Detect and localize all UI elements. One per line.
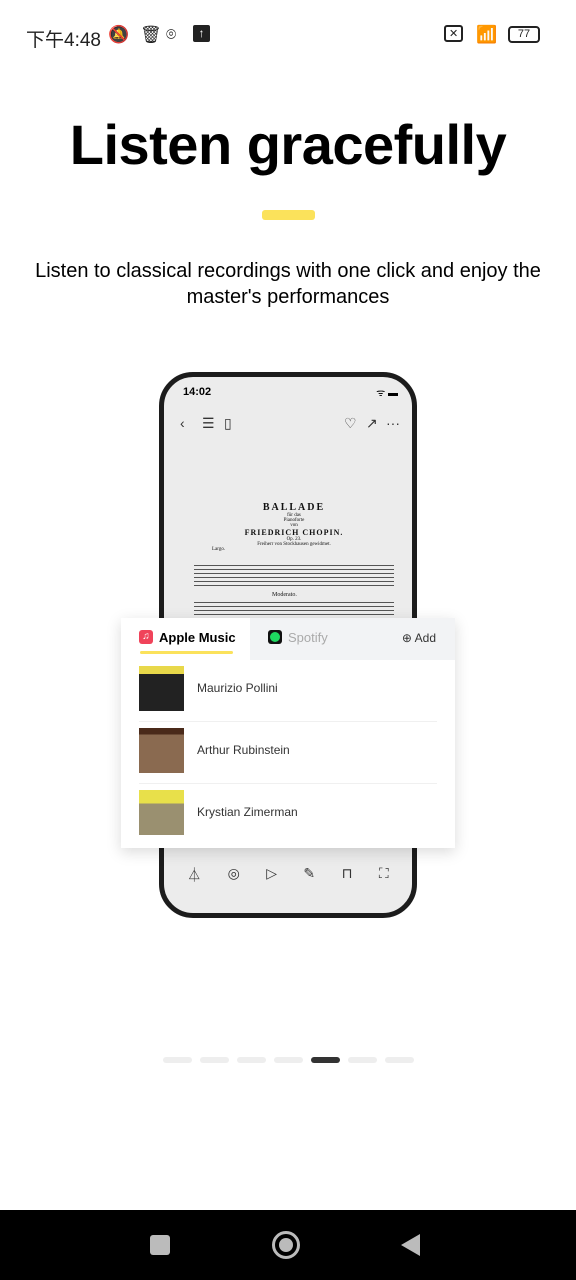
apple-music-icon: ♫ — [139, 630, 153, 644]
bookmark-icon: ⊓ — [341, 865, 353, 881]
trash-icon: 🗑 — [140, 25, 162, 44]
home-button[interactable] — [272, 1231, 300, 1259]
tab-apple-music[interactable]: ♫ Apple Music — [121, 618, 250, 660]
metronome-icon: ⏃ — [187, 867, 202, 883]
album-cover — [139, 666, 184, 711]
album-cover — [139, 728, 184, 773]
sheet-music: BALLADE für das Pianoforte von FRIEDRICH… — [212, 502, 344, 552]
album-cover — [139, 790, 184, 835]
book-icon: ▯ — [224, 415, 232, 431]
recents-button[interactable] — [150, 1235, 170, 1255]
heart-icon: ♡ — [344, 415, 357, 431]
page-dot[interactable] — [163, 1057, 192, 1063]
share-icon: ↗ — [366, 415, 378, 431]
play-icon: ▷ — [266, 865, 278, 881]
page-title: Listen gracefully — [69, 113, 507, 176]
mock-status-icons: ᯤ ▬ — [376, 388, 398, 399]
recording-item[interactable]: Maurizio Pollini — [139, 660, 437, 722]
plus-circle-icon: ⊕ — [401, 631, 412, 645]
title-accent — [262, 210, 315, 220]
page-dot[interactable] — [274, 1057, 303, 1063]
mock-toolbar: ⏃ ◎ ▷ ✎ ⊓ ⛶ — [164, 865, 412, 885]
add-button[interactable]: ⊕ Add — [402, 631, 436, 645]
list-icon: ☰ — [202, 415, 215, 431]
battery-icon: 77 — [508, 26, 540, 43]
pen-icon: ✎ — [303, 865, 316, 881]
source-tabs: ♫ Apple Music Spotify ⊕ Add — [121, 618, 455, 660]
status-bar: 下午4:48 🔕 🗑 ⌾ ↑ ✕ 📶 77 — [0, 22, 576, 52]
page-dot[interactable] — [385, 1057, 414, 1063]
more-icon: ··· — [386, 415, 400, 431]
back-button[interactable] — [401, 1234, 420, 1256]
recording-item[interactable]: Arthur Rubinstein — [139, 722, 437, 784]
back-icon: ‹ — [180, 415, 185, 431]
spotify-icon — [268, 630, 282, 644]
page-dot-active[interactable] — [311, 1057, 340, 1063]
page-dot[interactable] — [200, 1057, 229, 1063]
tab-spotify[interactable]: Spotify — [288, 630, 328, 645]
status-time: 下午4:48 — [26, 30, 101, 51]
record-icon: ◎ — [227, 865, 240, 881]
system-nav-bar — [0, 1210, 576, 1280]
recordings-card: ♫ Apple Music Spotify ⊕ Add Maurizio Pol… — [121, 618, 455, 848]
recording-item[interactable]: Krystian Zimerman — [139, 784, 437, 846]
no-sim-icon: ✕ — [444, 25, 464, 42]
upload-icon: ↑ — [193, 25, 210, 42]
location-icon: ⌾ — [166, 25, 177, 44]
mock-time: 14:02 — [183, 386, 212, 398]
tempo-marking: Moderato. — [272, 592, 297, 598]
staff — [194, 562, 394, 586]
scan-icon: ⛶ — [378, 865, 389, 881]
page-subtitle: Listen to classical recordings with one … — [35, 260, 541, 308]
mute-icon: 🔕 — [108, 25, 130, 44]
page-indicator — [163, 1057, 414, 1063]
wifi-icon: 📶 — [476, 25, 498, 44]
active-tab-indicator — [140, 651, 233, 654]
page-dot[interactable] — [348, 1057, 377, 1063]
page-dot[interactable] — [237, 1057, 266, 1063]
